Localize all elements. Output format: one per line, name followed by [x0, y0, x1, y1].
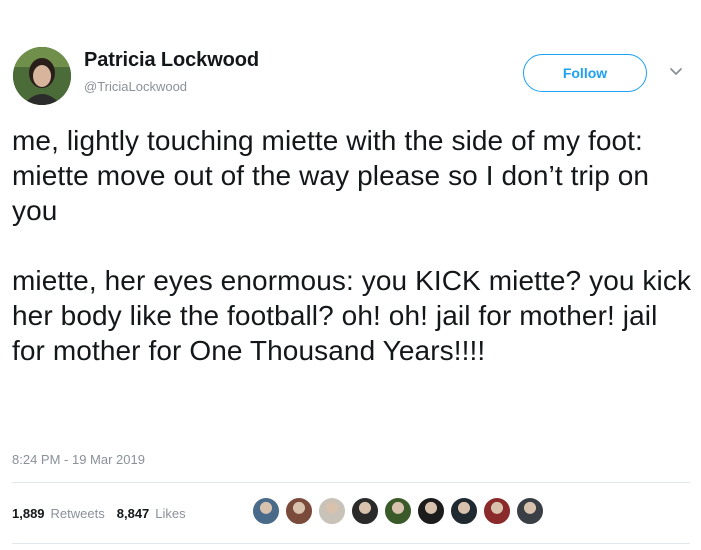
liker-avatar[interactable]	[482, 496, 512, 526]
divider	[12, 482, 690, 483]
chevron-down-icon[interactable]	[667, 62, 685, 80]
liker-avatar[interactable]	[416, 496, 446, 526]
divider	[12, 543, 690, 544]
liker-avatars	[251, 496, 548, 526]
follow-button[interactable]: Follow	[523, 54, 647, 92]
likes-label[interactable]: Likes	[155, 506, 185, 521]
liker-avatar[interactable]	[383, 496, 413, 526]
tweet-card: Patricia Lockwood @TriciaLockwood Follow…	[0, 0, 701, 550]
avatar[interactable]	[13, 47, 71, 105]
timestamp[interactable]: 8:24 PM - 19 Mar 2019	[12, 452, 145, 467]
liker-avatar[interactable]	[515, 496, 545, 526]
likes-count[interactable]: 8,847	[117, 506, 150, 521]
liker-avatar[interactable]	[251, 496, 281, 526]
liker-avatar[interactable]	[449, 496, 479, 526]
liker-avatar[interactable]	[317, 496, 347, 526]
tweet-text: me, lightly touching miette with the sid…	[12, 123, 692, 368]
engagement-stats: 1,889 Retweets 8,847 Likes	[12, 500, 192, 526]
liker-avatar[interactable]	[350, 496, 380, 526]
tweet-paragraph: miette, her eyes enormous: you KICK miet…	[12, 265, 692, 366]
user-name[interactable]: Patricia Lockwood	[84, 49, 259, 72]
liker-avatar[interactable]	[284, 496, 314, 526]
retweets-label[interactable]: Retweets	[51, 506, 105, 521]
retweets-count[interactable]: 1,889	[12, 506, 45, 521]
user-handle[interactable]: @TriciaLockwood	[84, 79, 187, 94]
tweet-paragraph: me, lightly touching miette with the sid…	[12, 125, 650, 226]
